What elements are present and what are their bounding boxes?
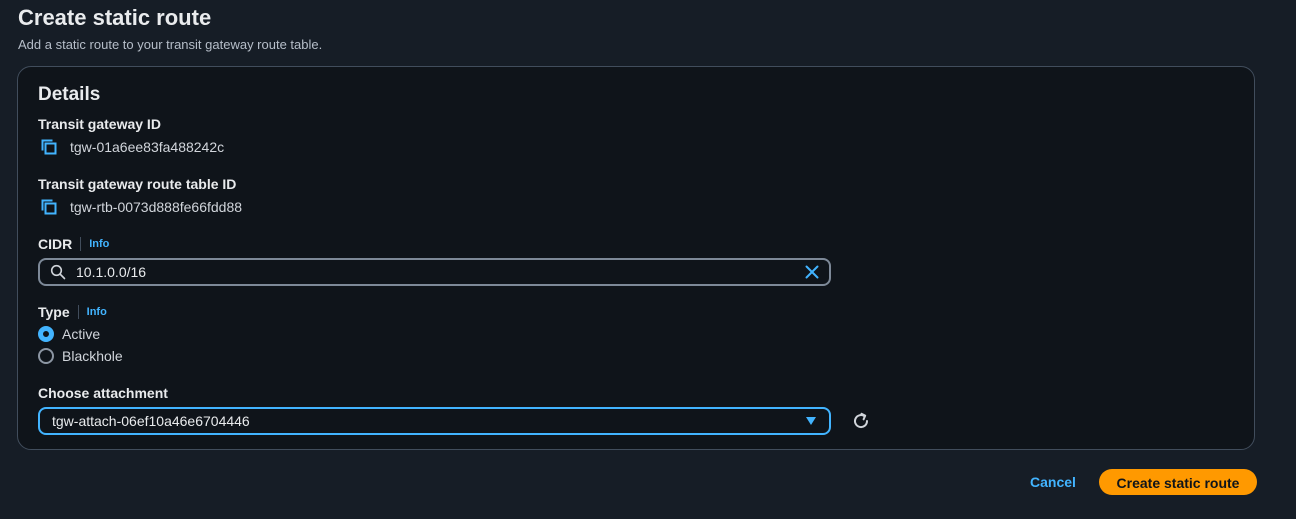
type-label: Type Info xyxy=(38,303,107,321)
transit-gateway-id-row: tgw-01a6ee83fa488242c xyxy=(40,138,224,156)
page-description: Add a static route to your transit gatew… xyxy=(18,37,323,52)
transit-gateway-id-label-text: Transit gateway ID xyxy=(38,116,161,132)
search-icon xyxy=(50,264,66,280)
cidr-input[interactable]: 10.1.0.0/16 xyxy=(38,258,831,286)
page-title: Create static route xyxy=(18,5,212,30)
cidr-label-text: CIDR xyxy=(38,236,73,252)
attachment-select[interactable]: tgw-attach-06ef10a46e6704446 xyxy=(38,407,831,435)
cidr-info-link[interactable]: Info xyxy=(80,237,109,251)
route-table-id-row: tgw-rtb-0073d888fe66fdd88 xyxy=(40,198,242,216)
type-radio-active-label: Active xyxy=(62,326,101,342)
radio-unchecked-icon[interactable] xyxy=(38,348,54,364)
page: Create static route Add a static route t… xyxy=(0,0,1296,519)
attachment-label: Choose attachment xyxy=(38,384,168,402)
route-table-id-value: tgw-rtb-0073d888fe66fdd88 xyxy=(70,199,243,215)
cancel-button[interactable]: Cancel xyxy=(1018,469,1088,495)
close-icon[interactable] xyxy=(805,265,819,279)
route-table-id-label: Transit gateway route table ID xyxy=(38,175,236,193)
type-label-text: Type xyxy=(38,304,70,320)
attachment-select-value: tgw-attach-06ef10a46e6704446 xyxy=(52,413,250,429)
radio-checked-icon[interactable] xyxy=(38,326,54,342)
transit-gateway-id-label: Transit gateway ID xyxy=(38,115,161,133)
type-radio-active[interactable]: Active xyxy=(38,326,100,342)
details-panel: Details Transit gateway ID tgw-01a6ee83f… xyxy=(17,66,1255,450)
type-radio-blackhole-label: Blackhole xyxy=(62,348,123,364)
copy-icon[interactable] xyxy=(40,138,58,156)
panel-title: Details xyxy=(38,84,101,105)
copy-icon[interactable] xyxy=(40,198,58,216)
refresh-icon[interactable] xyxy=(851,411,871,431)
transit-gateway-id-value: tgw-01a6ee83fa488242c xyxy=(70,139,225,155)
cidr-input-value[interactable]: 10.1.0.0/16 xyxy=(76,264,805,280)
type-radio-blackhole[interactable]: Blackhole xyxy=(38,348,123,364)
caret-down-icon xyxy=(805,416,817,426)
type-info-link[interactable]: Info xyxy=(77,305,107,319)
create-static-route-button[interactable]: Create static route xyxy=(1099,469,1257,495)
attachment-label-text: Choose attachment xyxy=(38,385,168,401)
cidr-label: CIDR Info xyxy=(38,235,109,253)
route-table-id-label-text: Transit gateway route table ID xyxy=(38,176,237,192)
